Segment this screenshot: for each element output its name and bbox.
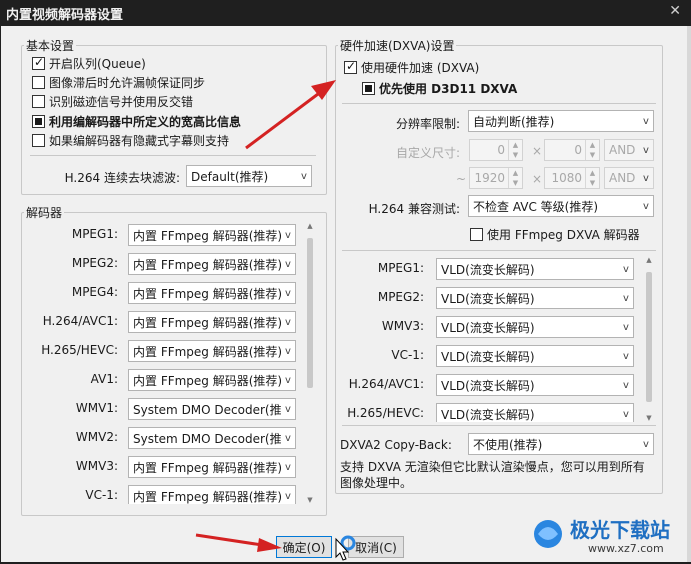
- watermark-url: www.xz7.com: [588, 542, 664, 555]
- watermark-logo: 极光下载站 www.xz7.com: [530, 510, 690, 562]
- arrow-to-dxva-icon: [245, 80, 336, 150]
- annotation-arrows: [195, 80, 336, 552]
- watermark-brand: 极光下载站: [570, 518, 670, 542]
- arrow-to-ok-icon: [195, 533, 282, 552]
- watermark-globe-icon: [534, 520, 562, 548]
